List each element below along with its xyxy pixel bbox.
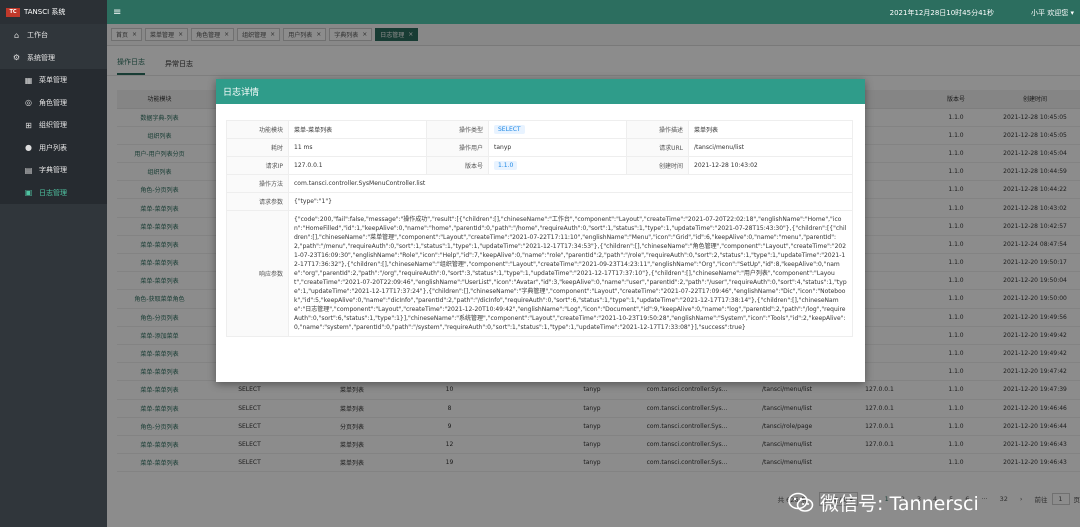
version-tag: 1.1.0 xyxy=(494,161,518,170)
params-value: {"type":"1"} xyxy=(288,192,853,211)
sidebar-item-label: 角色管理 xyxy=(39,98,67,107)
sidebar-item-label: 日志管理 xyxy=(39,188,67,197)
log-detail-table: 功能模块 菜单-菜单列表 操作类型 SELECT 操作描述 菜单列表 耗时 11… xyxy=(226,120,853,337)
op-desc-label: 操作描述 xyxy=(626,120,689,139)
op-user-label: 操作用户 xyxy=(426,138,489,157)
sidebar-item-0[interactable]: ⌂ 工作台 xyxy=(0,24,107,47)
book-icon: ▤ xyxy=(24,165,33,175)
sidebar-item-label: 工作台 xyxy=(27,31,48,40)
op-type-tag: SELECT xyxy=(494,125,525,134)
sidebar: TC TANSCI 系统 ⌂ 工作台 ⚙ 系统管理 ▦ 菜单管理 ◎ 角色管理 ⊞ 组织管理 ● 用户… xyxy=(0,0,107,527)
ip-label: 请求IP xyxy=(226,156,289,175)
sidebar-item-5[interactable]: ● 用户列表 xyxy=(0,136,107,159)
sidebar-menu: ⌂ 工作台 ⚙ 系统管理 ▦ 菜单管理 ◎ 角色管理 ⊞ 组织管理 ● 用户列表 ▤ 字典管理 ▣ 日志管理 xyxy=(0,24,107,204)
op-desc-value: 菜单列表 xyxy=(688,120,853,139)
sidebar-item-6[interactable]: ▤ 字典管理 xyxy=(0,159,107,182)
method-value: com.tansci.controller.SysMenuController.… xyxy=(288,174,853,193)
response-label: 响应参数 xyxy=(226,210,289,337)
current-datetime: 2021年12月28日10时45分41秒 xyxy=(889,9,994,17)
watermark: 微信号: Tannersci xyxy=(788,489,979,516)
top-bar: ≡ 2021年12月28日10时45分41秒 小平 欢迎您 ▾ xyxy=(107,0,1080,24)
ip-value: 127.0.0.1 xyxy=(288,156,427,175)
sidebar-item-4[interactable]: ⊞ 组织管理 xyxy=(0,114,107,137)
sidebar-item-7[interactable]: ▣ 日志管理 xyxy=(0,181,107,204)
method-label: 操作方法 xyxy=(226,174,289,193)
version-label: 版本号 xyxy=(426,156,489,175)
elapsed-value: 11 ms xyxy=(288,138,427,157)
watermark-text: 微信号: Tannersci xyxy=(820,493,979,515)
module-value: 菜单-菜单列表 xyxy=(288,120,427,139)
created-value: 2021-12-28 10:43:02 xyxy=(688,156,853,175)
sidebar-item-label: 菜单管理 xyxy=(39,76,67,85)
created-label: 创建时间 xyxy=(626,156,689,175)
sidebar-item-2[interactable]: ▦ 菜单管理 xyxy=(0,69,107,92)
hamburger-menu-icon[interactable]: ≡ xyxy=(113,7,127,18)
log-detail-dialog: 日志详情 功能模块 菜单-菜单列表 操作类型 SELECT 操作描述 菜单列表 … xyxy=(216,79,865,382)
gear-icon: ⚙ xyxy=(12,53,21,63)
sidebar-item-label: 用户列表 xyxy=(39,143,67,152)
params-label: 请求参数 xyxy=(226,192,289,211)
module-label: 功能模块 xyxy=(226,120,289,139)
wechat-icon xyxy=(788,492,814,512)
sidebar-item-label: 系统管理 xyxy=(27,53,55,62)
brand-logo: TC xyxy=(6,7,20,17)
url-label: 请求URL xyxy=(626,138,689,157)
sidebar-item-label: 字典管理 xyxy=(39,166,67,175)
elapsed-label: 耗时 xyxy=(226,138,289,157)
sidebar-item-label: 组织管理 xyxy=(39,121,67,130)
brand[interactable]: TC TANSCI 系统 xyxy=(0,0,107,24)
home-icon: ⌂ xyxy=(13,30,20,40)
log-icon: ▣ xyxy=(24,188,33,198)
globe-icon: ◎ xyxy=(25,98,32,108)
sidebar-item-1[interactable]: ⚙ 系统管理 xyxy=(0,47,107,70)
url-value: /tansci/menu/list xyxy=(688,138,853,157)
grid-icon: ▦ xyxy=(24,75,33,85)
dialog-title: 日志详情 xyxy=(216,79,865,104)
sidebar-item-3[interactable]: ◎ 角色管理 xyxy=(0,91,107,114)
user-menu[interactable]: 小平 欢迎您 ▾ xyxy=(1031,8,1074,18)
op-user-value: tanyp xyxy=(488,138,627,157)
brand-title: TANSCI 系统 xyxy=(24,8,66,16)
response-value: {"code":200,"fail":false,"message":"操作成功… xyxy=(288,210,853,337)
org-icon: ⊞ xyxy=(25,120,32,130)
op-type-label: 操作类型 xyxy=(426,120,489,139)
user-icon: ● xyxy=(25,143,32,153)
